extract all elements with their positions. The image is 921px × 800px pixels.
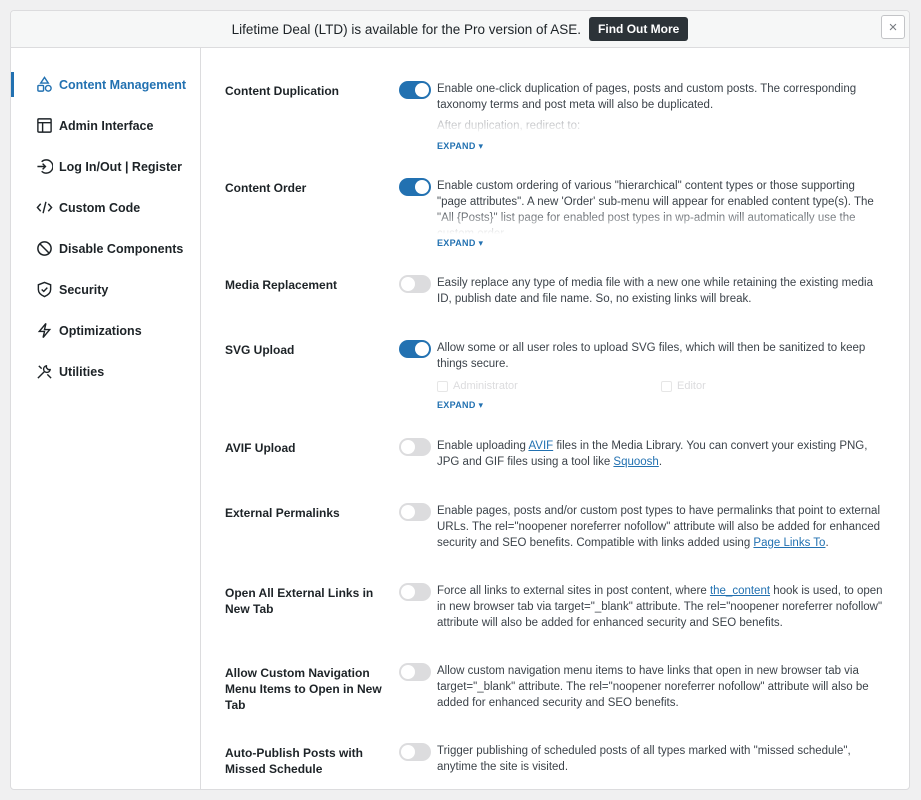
setting-description: Enable uploading AVIF files in the Media… [437,438,887,470]
setting-title: External Permalinks [225,506,340,520]
setting-description: Enable one-click duplication of pages, p… [437,83,857,111]
sidebar-item-disable-components[interactable]: Disable Components [11,228,200,269]
role-label: Administrator [453,380,518,392]
role-label: Editor [677,380,706,392]
setting-title: AVIF Upload [225,441,296,455]
custom-nav-new-tab-toggle[interactable] [399,663,431,681]
promo-banner: Lifetime Deal (LTD) is available for the… [11,11,909,48]
role-checkbox-editor[interactable]: Editor [661,380,706,392]
code-icon [36,199,53,216]
redirect-option-label: After duplication, redirect to: [437,120,581,132]
content-order-expand-link[interactable]: EXPAND ▾ [437,238,483,249]
setting-title: SVG Upload [225,343,295,357]
login-icon [36,158,53,175]
sidebar-item-label: Custom Code [59,200,141,215]
svg-upload-expand-link[interactable]: EXPAND ▾ [437,400,483,411]
layout-icon [36,117,53,134]
avif-link[interactable]: AVIF [528,440,553,452]
media-replacement-toggle[interactable] [399,275,431,293]
content-order-toggle[interactable] [399,178,431,196]
avif-upload-toggle[interactable] [399,438,431,456]
the-content-link[interactable]: the_content [710,585,770,597]
sidebar-item-content-management[interactable]: Content Management [11,64,200,105]
sidebar-item-optimizations[interactable]: Optimizations [11,310,200,351]
sidebar-item-custom-code[interactable]: Custom Code [11,187,200,228]
setting-title: Allow Custom Navigation Menu Items to Op… [225,666,382,712]
content-duplication-toggle[interactable] [399,81,431,99]
sidebar-item-utilities[interactable]: Utilities [11,351,200,392]
setting-title: Auto-Publish Posts with Missed Schedule [225,746,363,776]
page-links-to-link[interactable]: Page Links To [753,537,825,549]
setting-title: Open All External Links in New Tab [225,586,374,616]
bolt-icon [36,322,53,339]
disable-icon [36,240,53,257]
setting-description: Allow custom navigation menu items to ha… [437,665,869,709]
desc-text: . [658,456,663,468]
setting-description: Allow some or all user roles to upload S… [437,342,866,370]
setting-description: Enable custom ordering of various "hiera… [437,180,874,234]
sidebar-item-label: Log In/Out | Register [59,159,182,174]
sidebar-item-security[interactable]: Security [11,269,200,310]
desc-text: Enable uploading [437,440,529,452]
settings-panel: Lifetime Deal (LTD) is available for the… [10,10,910,790]
close-icon[interactable]: × [881,15,905,39]
sidebar-item-login-logout-register[interactable]: Log In/Out | Register [11,146,200,187]
checkbox-box [661,380,672,392]
promo-text: Lifetime Deal (LTD) is available for the… [231,21,582,37]
squoosh-link[interactable]: Squoosh [613,456,658,468]
desc-text: Force all links to external sites in pos… [437,585,710,597]
desc-text: . [825,537,829,549]
sidebar-item-label: Utilities [59,364,105,379]
svg-upload-toggle[interactable] [399,340,431,358]
checkbox-box [437,380,448,392]
tools-icon [36,363,53,380]
shield-icon [36,281,53,298]
setting-title: Content Duplication [225,84,339,98]
setting-title: Content Order [225,181,307,195]
open-external-links-toggle[interactable] [399,583,431,601]
content-duplication-expand-link[interactable]: EXPAND ▾ [437,141,483,152]
external-permalinks-toggle[interactable] [399,503,431,521]
shapes-icon [36,76,53,93]
sidebar-item-label: Security [59,282,109,297]
sidebar: Content Management Admin Interface Log I… [11,48,201,789]
settings-content: Content Duplication Enable one-click dup… [201,48,909,789]
setting-title: Media Replacement [225,278,338,292]
sidebar-item-label: Admin Interface [59,118,154,133]
setting-description: Force all links to external sites in pos… [437,583,887,631]
sidebar-item-label: Content Management [59,77,187,92]
find-out-more-button[interactable]: Find Out More [589,17,689,41]
setting-description: Enable pages, posts and/or custom post t… [437,503,887,551]
auto-publish-toggle[interactable] [399,743,431,761]
sidebar-item-label: Disable Components [59,241,184,256]
role-checkbox-administrator[interactable]: Administrator [437,380,518,392]
setting-description: Easily replace any type of media file wi… [437,277,873,305]
setting-description: Trigger publishing of scheduled posts of… [437,745,851,773]
sidebar-item-label: Optimizations [59,323,142,338]
sidebar-item-admin-interface[interactable]: Admin Interface [11,105,200,146]
